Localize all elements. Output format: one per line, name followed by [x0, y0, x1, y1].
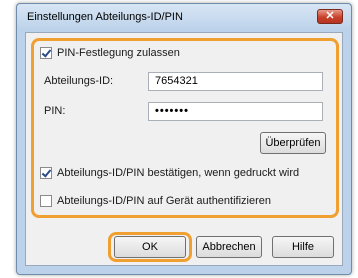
- confirm-print-row[interactable]: Abteilungs-ID/PIN bestätigen, wenn gedru…: [40, 167, 299, 179]
- close-button[interactable]: ✕: [317, 9, 343, 24]
- auth-device-label: Abteilungs-ID/PIN auf Gerät authentifizi…: [57, 195, 272, 207]
- title-bar[interactable]: Einstellungen Abteilungs-ID/PIN ✕: [17, 4, 351, 30]
- checkmark-icon: [41, 47, 52, 58]
- settings-group-highlight: PIN-Festlegung zulassen Abteilungs-ID: 7…: [31, 38, 339, 218]
- confirm-print-checkbox[interactable]: [40, 167, 52, 179]
- help-button[interactable]: Hilfe: [272, 236, 334, 258]
- pin-label: PIN:: [44, 105, 66, 117]
- pin-field[interactable]: •••••••: [148, 102, 323, 121]
- dept-id-field[interactable]: 7654321: [148, 72, 323, 91]
- confirm-print-label: Abteilungs-ID/PIN bestätigen, wenn gedru…: [57, 167, 300, 179]
- ok-button[interactable]: OK: [114, 236, 186, 258]
- pin-enable-checkbox[interactable]: [40, 47, 52, 59]
- checkmark-icon: [41, 167, 52, 178]
- auth-device-row[interactable]: Abteilungs-ID/PIN auf Gerät authentifizi…: [40, 195, 271, 207]
- cancel-button[interactable]: Abbrechen: [196, 236, 262, 258]
- dialog-title: Einstellungen Abteilungs-ID/PIN: [27, 11, 183, 23]
- settings-dialog: Einstellungen Abteilungs-ID/PIN ✕ PIN-Fe…: [16, 3, 352, 275]
- pin-enable-label: PIN-Festlegung zulassen: [57, 47, 180, 59]
- close-icon: ✕: [325, 10, 335, 22]
- dialog-body: PIN-Festlegung zulassen Abteilungs-ID: 7…: [25, 32, 343, 266]
- pin-enable-row[interactable]: PIN-Festlegung zulassen: [40, 47, 180, 59]
- auth-device-checkbox[interactable]: [40, 195, 52, 207]
- dept-id-label: Abteilungs-ID:: [44, 75, 114, 87]
- check-button[interactable]: Überprüfen: [260, 132, 326, 154]
